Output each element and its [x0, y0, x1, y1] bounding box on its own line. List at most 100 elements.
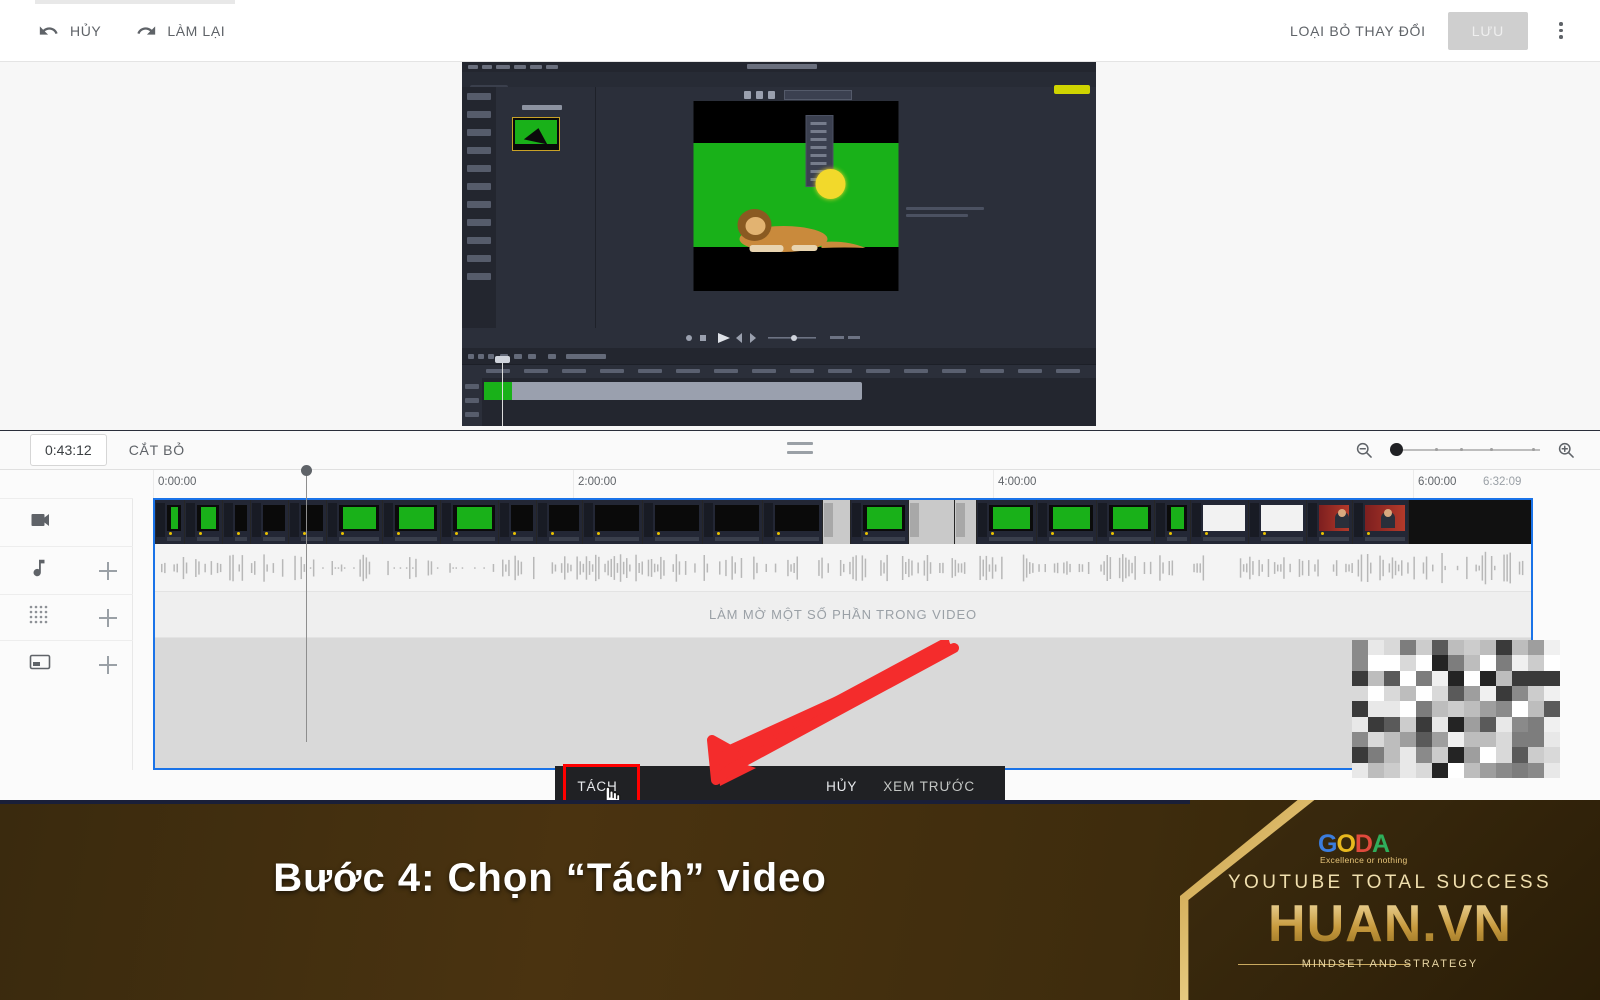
zoom-slider-knob[interactable] [1390, 443, 1403, 456]
mosaic-tile [1432, 640, 1448, 656]
filmstrip-thumbnail[interactable] [537, 500, 583, 544]
goda-letter-o: O [1336, 830, 1355, 858]
mosaic-tile [1512, 747, 1528, 763]
goda-letter-a: A [1371, 830, 1390, 858]
add-blur-button[interactable] [98, 608, 118, 628]
mosaic-tile [1368, 762, 1384, 778]
mosaic-tile [1496, 731, 1512, 748]
mosaic-tile [1528, 747, 1544, 763]
mosaic-tile [1512, 655, 1528, 671]
filmstrip-thumbnail[interactable] [977, 500, 1037, 544]
mosaic-tile [1352, 701, 1368, 717]
mosaic-tile [1384, 670, 1400, 686]
add-audio-button[interactable] [98, 561, 118, 581]
mosaic-tile [1352, 685, 1368, 702]
filmstrip-thumbnail[interactable] [643, 500, 703, 544]
filmstrip-thumbnail[interactable] [223, 500, 251, 544]
add-endscreen-button[interactable] [98, 655, 118, 675]
trim-button[interactable]: CẮT BỎ [129, 442, 185, 458]
filmstrip-thumbnail[interactable] [823, 500, 851, 544]
kebab-menu-icon[interactable] [1550, 18, 1572, 44]
video-preview[interactable] [462, 62, 1096, 426]
audio-waveform-track[interactable] [155, 544, 1531, 592]
filmstrip-thumbnail[interactable] [955, 500, 977, 544]
undo-button[interactable]: HỦY [34, 14, 105, 48]
filmstrip-thumbnail[interactable] [1307, 500, 1353, 544]
mosaic-tile [1464, 731, 1480, 748]
mosaic-tile [1368, 670, 1384, 686]
blur-track-placeholder: LÀM MỜ MỘT SỐ PHẦN TRONG VIDEO [708, 607, 978, 622]
filmstrip-thumbnail[interactable] [583, 500, 643, 544]
mosaic-tile [1464, 716, 1480, 732]
save-button[interactable]: LƯU [1447, 11, 1528, 50]
track-row-video[interactable] [0, 498, 133, 546]
filmstrip-thumbnail[interactable] [1191, 500, 1249, 544]
track-row-audio[interactable] [0, 546, 133, 594]
mosaic-tile [1448, 762, 1464, 778]
ruler-mark: 4:00:00 [998, 476, 1037, 488]
filmstrip-thumbnail[interactable] [851, 500, 909, 544]
mock-video-frame [693, 101, 899, 291]
undo-redo-group: HỦY LÀM LẠI [34, 14, 229, 48]
mosaic-tile [1464, 701, 1480, 717]
mosaic-tile [1368, 640, 1384, 656]
playhead-handle[interactable] [301, 465, 312, 476]
filmstrip-thumbnail[interactable] [383, 500, 441, 544]
filmstrip-thumbnail[interactable] [499, 500, 537, 544]
brand-panel: GODA Excellence or nothing YOUTUBE TOTAL… [1180, 800, 1600, 1000]
mosaic-tile [1416, 640, 1432, 656]
filmstrip-thumbnail[interactable] [155, 500, 185, 544]
filmstrip-thumbnail[interactable] [327, 500, 383, 544]
timeline-toolbar: 0:43:12 CẮT BỎ [0, 430, 1600, 470]
discard-changes-button[interactable]: LOẠI BỎ THAY ĐỔI [1290, 23, 1426, 39]
mosaic-tile [1544, 716, 1560, 732]
mock-lion-image [737, 209, 866, 252]
filmstrip-thumbnail[interactable] [763, 500, 823, 544]
filmstrip-thumbnail[interactable] [185, 500, 223, 544]
track-row-blur[interactable] [0, 594, 133, 640]
mosaic-tile [1368, 747, 1384, 763]
undo-label: HỦY [70, 22, 102, 39]
ruler-mark: 0:00:00 [158, 476, 197, 488]
current-time-field[interactable]: 0:43:12 [30, 434, 107, 466]
mosaic-tile [1432, 685, 1448, 702]
mosaic-tile [1464, 762, 1480, 778]
mosaic-tile [1352, 655, 1368, 671]
filmstrip-thumbnail[interactable] [1097, 500, 1155, 544]
mosaic-tile [1464, 655, 1480, 671]
mosaic-tile [1480, 670, 1496, 686]
filmstrip[interactable] [155, 500, 1531, 544]
mosaic-tile [1496, 716, 1512, 732]
mosaic-tile [1512, 670, 1528, 686]
mosaic-tile [1528, 655, 1544, 671]
track-row-endscreen[interactable] [0, 640, 133, 688]
timeline-ruler[interactable]: 0:00:00 2:00:00 4:00:00 6:00:00 6:32:09 [0, 470, 1600, 498]
playhead[interactable] [301, 465, 312, 742]
filmstrip-thumbnail[interactable] [909, 500, 955, 544]
zoom-in-icon[interactable] [1556, 440, 1576, 460]
mosaic-tile [1432, 670, 1448, 686]
mosaic-tile [1544, 701, 1560, 717]
filmstrip-thumbnail[interactable] [1249, 500, 1307, 544]
mosaic-tile [1496, 640, 1512, 656]
mosaic-tile [1432, 655, 1448, 671]
blur-track-row[interactable]: LÀM MỜ MỘT SỐ PHẦN TRONG VIDEO [155, 592, 1531, 638]
filmstrip-thumbnail[interactable] [703, 500, 763, 544]
filmstrip-thumbnail[interactable] [251, 500, 289, 544]
mosaic-tile [1352, 747, 1368, 763]
mosaic-tile [1544, 762, 1560, 778]
step-caption: Bước 4: Chọn “Tách” video [273, 856, 827, 900]
panel-drag-handle[interactable] [787, 442, 813, 454]
redo-button[interactable]: LÀM LẠI [131, 14, 229, 48]
zoom-slider[interactable] [1390, 442, 1540, 458]
blur-grid-icon [28, 604, 50, 631]
mosaic-tile [1544, 670, 1560, 686]
filmstrip-thumbnail[interactable] [1353, 500, 1409, 544]
zoom-out-icon[interactable] [1354, 440, 1374, 460]
undo-icon [38, 20, 60, 42]
filmstrip-thumbnail[interactable] [441, 500, 499, 544]
filmstrip-thumbnail[interactable] [289, 500, 327, 544]
filmstrip-thumbnail[interactable] [1037, 500, 1097, 544]
filmstrip-thumbnail[interactable] [1155, 500, 1191, 544]
mosaic-tile [1496, 655, 1512, 671]
